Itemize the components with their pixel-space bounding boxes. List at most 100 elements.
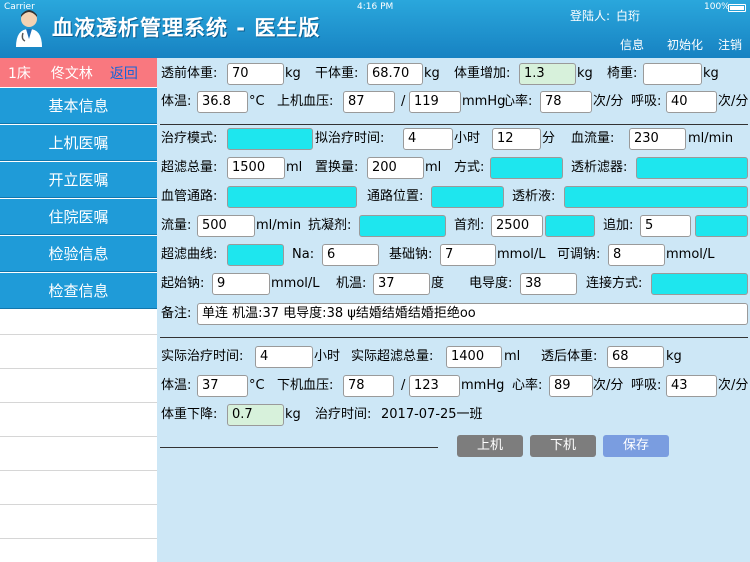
unit-label: 度 (431, 276, 445, 291)
first-dose-field[interactable]: 2500 (491, 215, 543, 237)
respiration-field-2[interactable]: 43 (666, 375, 717, 397)
access-position-label: 通路位置: (367, 189, 424, 204)
divider (160, 447, 438, 448)
machine-on-button[interactable]: 上机 (457, 435, 523, 457)
patient-name: 佟文林 (50, 65, 93, 82)
weight-gain-label: 体重增加: (454, 66, 511, 81)
dialysate-flow-field[interactable]: 500 (197, 215, 255, 237)
note-field[interactable]: 单连 机温:37 电导度:38 ψ结婚结婚结婚拒绝oo (197, 303, 748, 325)
base-sodium-field[interactable]: 7 (440, 244, 496, 266)
heart-rate-field-2[interactable]: 89 (549, 375, 593, 397)
heart-rate-label-2: 心率: (512, 378, 543, 393)
add-dose-label: 追加: (603, 218, 634, 233)
unit-label: 次/分 (718, 94, 749, 109)
unit-label: mmol/L (271, 276, 320, 291)
sodium-field[interactable]: 6 (322, 244, 379, 266)
dialysate-label: 透析液: (512, 189, 556, 204)
unit-label: kg (424, 66, 440, 81)
unit-label: ml (504, 349, 521, 364)
uf-total-label: 超滤总量: (161, 160, 218, 175)
dialyzer-select[interactable] (636, 157, 748, 179)
sidebar-item-issue-orders[interactable]: 开立医嘱 (0, 162, 157, 198)
conductivity-label: 电导度: (469, 276, 513, 291)
actual-uf-label: 实际超滤总量: (351, 349, 434, 364)
sidebar-item-basic-info[interactable]: 基本信息 (0, 88, 157, 124)
access-position-select[interactable] (431, 186, 504, 208)
sidebar-item-lab-info[interactable]: 检验信息 (0, 236, 157, 272)
actual-uf-field[interactable]: 1400 (446, 346, 502, 368)
dry-weight-field[interactable]: 68.70 (367, 63, 423, 85)
start-sodium-field[interactable]: 9 (212, 273, 270, 295)
uf-total-field[interactable]: 1500 (227, 157, 285, 179)
bp-off-diastolic-field[interactable]: 123 (409, 375, 460, 397)
app-title: 血液透析管理系统 - 医生版 (52, 16, 321, 40)
uf-curve-select[interactable] (227, 244, 284, 266)
adjustable-sodium-label: 可调钠: (557, 247, 601, 262)
temperature-field[interactable]: 36.8 (197, 91, 248, 113)
machine-off-button[interactable]: 下机 (530, 435, 596, 457)
initialize-button[interactable]: 初始化 (667, 36, 703, 53)
post-weight-field[interactable]: 68 (607, 346, 664, 368)
machine-temp-field[interactable]: 37 (373, 273, 430, 295)
add-dose-field[interactable]: 5 (640, 215, 691, 237)
planned-hours-field[interactable]: 4 (403, 128, 453, 150)
replacement-label: 置换量: (315, 160, 359, 175)
first-dose-unit-select[interactable] (545, 215, 595, 237)
planned-minutes-field[interactable]: 12 (492, 128, 541, 150)
temperature-field-2[interactable]: 37 (197, 375, 248, 397)
unit-label: °C (249, 378, 265, 393)
login-label: 登陆人: (570, 9, 611, 23)
dialyzer-label: 透析滤器: (571, 160, 628, 175)
logout-button[interactable]: 注销 (718, 36, 742, 53)
respiration-field[interactable]: 40 (666, 91, 717, 113)
bp-off-systolic-field[interactable]: 78 (343, 375, 394, 397)
unit-label: kg (666, 349, 682, 364)
unit-label: mmol/L (666, 247, 715, 262)
unit-label: mmol/L (497, 247, 546, 262)
conductivity-field[interactable]: 38 (520, 273, 577, 295)
divider (160, 337, 748, 338)
blood-flow-field[interactable]: 230 (629, 128, 686, 150)
unit-label: mmHg (461, 378, 505, 393)
anticoagulant-select[interactable] (359, 215, 446, 237)
login-info: 登陆人: 白珩 (570, 7, 640, 24)
replacement-field[interactable]: 200 (367, 157, 424, 179)
temperature-label: 体温: (161, 94, 192, 109)
bp-on-label: 上机血压: (277, 94, 334, 109)
add-dose-unit-select[interactable] (695, 215, 748, 237)
save-button[interactable]: 保存 (603, 435, 669, 457)
actual-time-field[interactable]: 4 (255, 346, 313, 368)
doctor-avatar-icon (16, 10, 42, 47)
back-button[interactable]: 返回 (110, 63, 138, 83)
sidebar-item-inpatient-orders[interactable]: 住院医嘱 (0, 199, 157, 235)
pre-weight-field[interactable]: 70 (227, 63, 284, 85)
bp-on-systolic-field[interactable]: 87 (343, 91, 395, 113)
weight-drop-field[interactable]: 0.7 (227, 404, 284, 426)
weight-gain-field[interactable]: 1.3 (519, 63, 576, 85)
heart-rate-field[interactable]: 78 (540, 91, 592, 113)
vascular-access-select[interactable] (227, 186, 357, 208)
dialysate-flow-label: 流量: (161, 218, 192, 233)
uf-curve-label: 超滤曲线: (161, 247, 218, 262)
sidebar-item-machine-orders[interactable]: 上机医嘱 (0, 125, 157, 161)
pre-weight-label: 透前体重: (161, 66, 218, 81)
planned-time-label: 拟治疗时间: (315, 131, 385, 146)
anticoagulant-label: 抗凝剂: (308, 218, 352, 233)
unit-label: kg (285, 407, 301, 422)
treatment-mode-select[interactable] (227, 128, 313, 150)
blood-flow-label: 血流量: (571, 131, 615, 146)
adjustable-sodium-field[interactable]: 8 (608, 244, 665, 266)
sidebar-item-exam-info[interactable]: 检查信息 (0, 273, 157, 309)
info-button[interactable]: 信息 (620, 36, 644, 53)
order-form: 透前体重: 70 kg 干体重: 68.70 kg 体重增加: 1.3 kg 椅… (157, 58, 750, 562)
dry-weight-label: 干体重: (315, 66, 359, 81)
chair-weight-field[interactable] (643, 63, 702, 85)
method-label: 方式: (454, 160, 485, 175)
connection-method-label: 连接方式: (586, 276, 643, 291)
connection-method-select[interactable] (651, 273, 748, 295)
start-sodium-label: 起始钠: (161, 276, 205, 291)
method-select[interactable] (490, 157, 563, 179)
dialysate-select[interactable] (564, 186, 748, 208)
bp-on-diastolic-field[interactable]: 119 (409, 91, 461, 113)
sodium-label: Na: (292, 247, 315, 262)
